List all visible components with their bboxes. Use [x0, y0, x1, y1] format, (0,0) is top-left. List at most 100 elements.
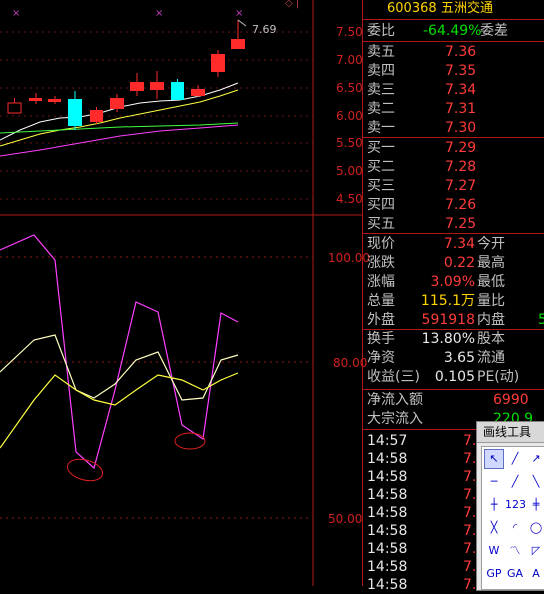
bid-price: 7.27 — [445, 178, 477, 194]
tick-time: 14:58 — [367, 541, 408, 557]
arc-icon[interactable]: ◜ — [505, 518, 525, 538]
candles — [7, 20, 245, 130]
price-line-icon[interactable]: ┼ — [484, 495, 504, 515]
ask-label: 卖四 — [367, 63, 395, 79]
stock-name: 五洲交通 — [441, 1, 494, 16]
top-marker-x: × — [235, 8, 243, 19]
stat-value: 5 — [538, 312, 544, 328]
candle-doji — [48, 99, 61, 102]
stat-label: 净资 — [367, 350, 395, 366]
separator — [363, 389, 544, 390]
ga-icon[interactable]: GA — [505, 564, 525, 584]
wave-icon[interactable]: W — [484, 541, 504, 561]
ask-price: 7.35 — [445, 63, 477, 79]
stat-label: 内盘 — [477, 312, 505, 328]
bid-price: 7.25 — [445, 216, 477, 232]
bid-price: 7.28 — [445, 159, 477, 175]
stat-label: 换手 — [367, 331, 395, 347]
pointer-icon[interactable]: ↖ — [484, 449, 504, 469]
stat-label: 外盘 — [367, 312, 395, 328]
stat-label: 量比 — [477, 293, 505, 309]
stat-label: 涨跌 — [367, 255, 395, 271]
numbers-icon[interactable]: 123 — [505, 495, 526, 515]
top-marker-x: × — [12, 8, 20, 19]
stat-value: 3.09% — [430, 274, 475, 290]
top-marker-x: × — [155, 8, 163, 19]
cross-icon[interactable]: ╲ — [526, 472, 544, 492]
channel-icon[interactable]: ╳ — [484, 518, 504, 538]
candle-doji — [29, 98, 42, 101]
tick-time: 14:57 — [367, 433, 408, 449]
ask-label: 卖三 — [367, 82, 395, 98]
drawing-tools-window[interactable]: 画线工具 ↖ ╱ ↗ ─ ╱ ╲ ┼ 123 ╪ ╳ ◜ ◯ W 〽 ◸ GP GA A — [476, 421, 544, 591]
ask-price: 7.30 — [445, 120, 477, 136]
separator — [363, 41, 544, 42]
candle-up — [7, 102, 22, 114]
high-label: 7.69 — [252, 23, 277, 36]
top-marker: ◇ | — [285, 0, 299, 9]
candle-down — [68, 99, 82, 126]
tick-price: 7. — [463, 433, 477, 449]
stat-value: 0.105 — [434, 369, 475, 385]
ask-price: 7.36 — [445, 44, 477, 60]
kdj-line-j — [0, 234, 239, 470]
text-icon[interactable]: A — [526, 564, 544, 584]
high-pointer — [237, 19, 247, 27]
tick-price: 7. — [463, 577, 477, 593]
stat-label: 最高 — [477, 255, 505, 271]
ray-icon[interactable]: ↗ — [526, 449, 544, 469]
tick-time: 14:58 — [367, 577, 408, 593]
price-axis-label: 4.50 — [336, 192, 363, 206]
tick-time: 14:58 — [367, 505, 408, 521]
stat-value: 591918 — [421, 312, 475, 328]
drawing-tools-title[interactable]: 画线工具 — [477, 422, 544, 443]
ask-label: 卖一 — [367, 120, 395, 136]
tick-price: 7. — [463, 523, 477, 539]
bid-price: 7.26 — [445, 197, 477, 213]
parallel-icon[interactable]: ╪ — [526, 495, 544, 515]
segment-icon[interactable]: ─ — [484, 472, 504, 492]
bid-label: 买三 — [367, 178, 395, 194]
separator — [363, 137, 544, 138]
tick-price: 7. — [463, 505, 477, 521]
zigzag-icon[interactable]: 〽 — [505, 541, 525, 561]
stat-label: 收益(三) — [367, 369, 420, 385]
annotation-circle — [174, 432, 206, 450]
stat-label: 最低 — [477, 274, 505, 290]
stat-value: 13.80% — [421, 331, 475, 347]
flow-label: 净流入额 — [367, 392, 423, 408]
ask-price: 7.31 — [445, 101, 477, 117]
flow-label: 大宗流入 — [367, 411, 423, 427]
separator — [363, 233, 544, 234]
bid-price: 7.29 — [445, 140, 477, 156]
stat-value: 0.22 — [443, 255, 475, 271]
drawing-tools-grid: ↖ ╱ ↗ ─ ╱ ╲ ┼ 123 ╪ ╳ ◜ ◯ W 〽 ◸ GP GA A — [481, 446, 544, 590]
separator — [363, 19, 544, 20]
ind-axis-label: 50.00 — [328, 512, 362, 526]
bid-label: 买二 — [367, 159, 395, 175]
tick-price: 7. — [463, 451, 477, 467]
tick-time: 14:58 — [367, 451, 408, 467]
fan-icon[interactable]: ◸ — [526, 541, 544, 561]
ma-line-magenta — [0, 124, 239, 157]
bid-label: 买四 — [367, 197, 395, 213]
arrow-icon[interactable]: ╱ — [505, 472, 525, 492]
stat-value: 7.34 — [443, 236, 475, 252]
annotation-circle — [66, 458, 104, 482]
tick-price: 7. — [463, 541, 477, 557]
price-axis-label: 5.00 — [336, 164, 363, 178]
bid-label: 买五 — [367, 216, 395, 232]
gp-icon[interactable]: GP — [484, 564, 504, 584]
line-icon[interactable]: ╱ — [505, 449, 525, 469]
bid-label: 买一 — [367, 140, 395, 156]
stat-label: 股本 — [477, 331, 505, 347]
stock-code: 600368 — [387, 1, 437, 16]
weibi-label: 委比 — [367, 23, 395, 39]
price-axis-label: 7.50 — [336, 25, 363, 39]
ask-label: 卖二 — [367, 101, 395, 117]
circle-icon[interactable]: ◯ — [526, 518, 544, 538]
tick-price: 7. — [463, 469, 477, 485]
stat-label: PE(动) — [477, 369, 520, 385]
weicha-label: 委差 — [480, 23, 508, 39]
separator — [363, 329, 544, 330]
